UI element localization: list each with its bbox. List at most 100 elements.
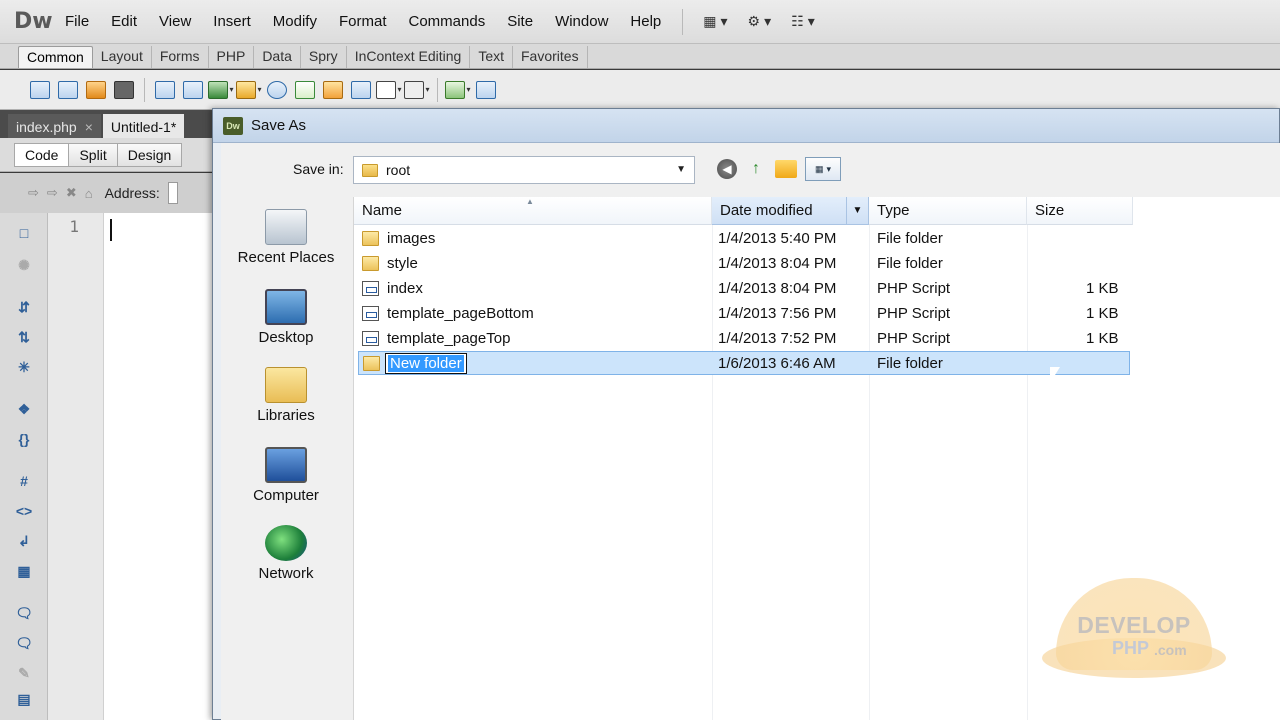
address-input[interactable]: [167, 182, 178, 204]
column-header-type[interactable]: Type: [869, 197, 1027, 225]
dreamweaver-app-icon: Dw: [223, 116, 243, 135]
tab-forms[interactable]: Forms: [152, 46, 209, 68]
stop-icon[interactable]: ✖: [66, 185, 77, 201]
menu-edit[interactable]: Edit: [100, 13, 148, 30]
tab-php[interactable]: PHP: [209, 46, 255, 68]
forward-icon[interactable]: ⇨: [47, 185, 58, 201]
places-bar: Recent Places Desktop Libraries Computer…: [221, 197, 351, 720]
tab-common[interactable]: Common: [18, 46, 93, 68]
show-code-navigator-icon[interactable]: ✺: [14, 257, 34, 275]
view-menu-button[interactable]: ▦ ▾: [805, 157, 841, 181]
table-icon[interactable]: [151, 77, 179, 103]
save-in-dropdown[interactable]: root ▼: [353, 156, 695, 184]
file-date: 1/4/2013 8:04 PM: [718, 280, 837, 297]
column-header-date-modified[interactable]: Date modified ▼: [712, 197, 869, 225]
tab-text[interactable]: Text: [470, 46, 513, 68]
script-icon[interactable]: ▾: [403, 77, 431, 103]
menu-window[interactable]: Window: [544, 13, 619, 30]
horizontal-rule-icon[interactable]: [110, 77, 138, 103]
remove-comment-icon[interactable]: 🗨: [14, 635, 34, 653]
sort-ascending-icon: ▲: [526, 197, 534, 206]
tab-untitled-1[interactable]: Untitled-1*: [102, 114, 185, 138]
collapse-full-tag-icon[interactable]: ⇵: [14, 299, 34, 317]
widget-icon[interactable]: [263, 77, 291, 103]
media-icon[interactable]: ▾: [235, 77, 263, 103]
place-network[interactable]: Network: [221, 525, 351, 582]
tab-data[interactable]: Data: [254, 46, 301, 68]
place-recent-places[interactable]: Recent Places: [221, 209, 351, 266]
menu-format[interactable]: Format: [328, 13, 398, 30]
site-button[interactable]: ☷ ▾: [791, 13, 815, 30]
menu-help[interactable]: Help: [619, 13, 672, 30]
rename-field[interactable]: New folder: [385, 353, 467, 374]
div-tag-icon[interactable]: [179, 77, 207, 103]
open-documents-icon[interactable]: □: [14, 225, 34, 243]
place-computer[interactable]: Computer: [221, 447, 351, 504]
new-folder-row[interactable]: New folder 1/6/2013 6:46 AM File folder: [358, 351, 1130, 375]
code-editor[interactable]: [104, 213, 214, 720]
place-desktop[interactable]: Desktop: [221, 289, 351, 346]
split-view-button[interactable]: Split: [68, 142, 118, 167]
menu-view[interactable]: View: [148, 13, 202, 30]
templates-icon[interactable]: ▾: [444, 77, 472, 103]
chevron-down-icon[interactable]: ▼: [846, 197, 868, 224]
back-icon[interactable]: ⇨: [28, 185, 39, 201]
tab-favorites[interactable]: Favorites: [513, 46, 588, 68]
syntax-coloring-icon[interactable]: ▦: [14, 563, 34, 581]
file-name: style: [387, 255, 418, 272]
word-wrap-icon[interactable]: ↲: [14, 533, 34, 551]
design-view-button[interactable]: Design: [116, 142, 183, 167]
tag-chooser-icon[interactable]: [472, 77, 500, 103]
server-side-include-icon[interactable]: [319, 77, 347, 103]
highlight-invalid-code-icon[interactable]: <>: [14, 503, 34, 521]
apply-comment-icon[interactable]: 🗨: [14, 605, 34, 623]
place-libraries[interactable]: Libraries: [221, 367, 351, 424]
wrap-tag-icon[interactable]: ✎: [14, 665, 34, 683]
balance-braces-icon[interactable]: {}: [14, 431, 34, 449]
layout-switcher-button[interactable]: ▦ ▾: [703, 13, 727, 30]
menu-file[interactable]: File: [54, 13, 100, 30]
folder-icon: [362, 163, 378, 177]
address-label: Address:: [104, 185, 160, 201]
up-one-level-button[interactable]: ↑: [745, 159, 767, 179]
file-row[interactable]: template_pageBottom 1/4/2013 7:56 PM PHP…: [358, 302, 1130, 326]
column-header-name[interactable]: Name ▲: [354, 197, 712, 225]
file-date: 1/6/2013 6:46 AM: [718, 355, 836, 372]
email-link-icon[interactable]: [54, 77, 82, 103]
collapse-selection-icon[interactable]: ⇅: [14, 329, 34, 347]
create-new-folder-button[interactable]: [775, 160, 797, 178]
recent-snippets-icon[interactable]: ▤: [14, 691, 34, 709]
menu-insert[interactable]: Insert: [202, 13, 262, 30]
date-icon[interactable]: [291, 77, 319, 103]
file-size: 1 KB: [1086, 330, 1119, 347]
code-view-button[interactable]: Code: [14, 142, 70, 167]
extend-dreamweaver-button[interactable]: ⚙ ▾: [748, 13, 772, 30]
menu-bar: Dw File Edit View Insert Modify Format C…: [0, 0, 1280, 44]
head-icon[interactable]: ▾: [375, 77, 403, 103]
line-numbers-icon[interactable]: #: [14, 473, 34, 491]
dialog-title-bar[interactable]: Dw Save As: [213, 109, 1279, 143]
named-anchor-icon[interactable]: [82, 77, 110, 103]
menu-site[interactable]: Site: [496, 13, 544, 30]
menu-modify[interactable]: Modify: [262, 13, 328, 30]
file-row[interactable]: template_pageTop 1/4/2013 7:52 PM PHP Sc…: [358, 327, 1130, 351]
close-icon[interactable]: ×: [85, 119, 93, 135]
tab-incontext-editing[interactable]: InContext Editing: [347, 46, 471, 68]
back-button[interactable]: ◀: [717, 159, 737, 179]
file-row[interactable]: style 1/4/2013 8:04 PM File folder: [358, 252, 1130, 276]
file-row[interactable]: images 1/4/2013 5:40 PM File folder: [358, 227, 1130, 251]
menu-commands[interactable]: Commands: [398, 13, 497, 30]
php-file-icon: [362, 281, 379, 296]
image-icon[interactable]: ▾: [207, 77, 235, 103]
file-row[interactable]: index 1/4/2013 8:04 PM PHP Script 1 KB: [358, 277, 1130, 301]
select-parent-tag-icon[interactable]: ❖: [14, 401, 34, 419]
hyperlink-icon[interactable]: [26, 77, 54, 103]
tab-spry[interactable]: Spry: [301, 46, 347, 68]
comment-icon[interactable]: [347, 77, 375, 103]
file-size: 1 KB: [1086, 305, 1119, 322]
tab-index-php[interactable]: index.php ×: [8, 114, 101, 138]
column-header-size[interactable]: Size: [1027, 197, 1133, 225]
expand-all-icon[interactable]: ✳: [14, 359, 34, 377]
home-icon[interactable]: ⌂: [85, 186, 93, 201]
tab-layout[interactable]: Layout: [93, 46, 152, 68]
